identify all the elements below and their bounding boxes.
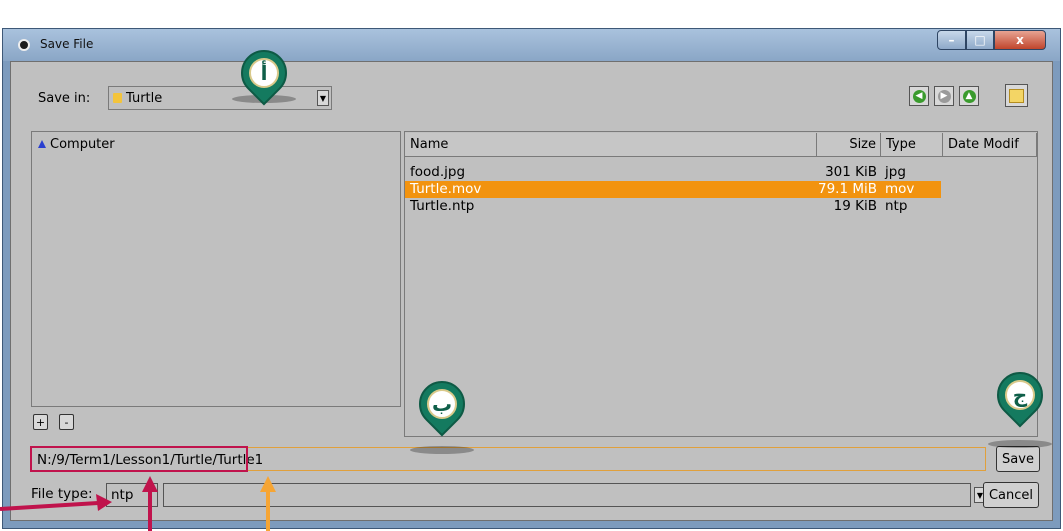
arrow-up-icon: ▲ [962, 89, 976, 103]
window-title: Save File [40, 37, 94, 51]
marker-b-label: ب [427, 389, 457, 419]
file-row-selected[interactable]: Turtle.mov 79.1 MiB mov [405, 181, 941, 198]
arrow-name-head [260, 476, 276, 492]
arrow-path-head [142, 476, 158, 492]
minimize-button[interactable]: – [937, 30, 966, 50]
cancel-button[interactable]: Cancel [983, 482, 1039, 508]
file-name: Turtle.ntp [410, 198, 475, 214]
annotation-arrows [0, 476, 276, 531]
path-highlight-box [30, 446, 248, 472]
arrow-filetype-line [0, 501, 99, 511]
close-button[interactable]: x [994, 30, 1046, 50]
computer-icon [38, 140, 46, 148]
file-size: 79.1 MiB [817, 181, 877, 197]
chevron-down-icon[interactable]: ▼ [317, 90, 329, 106]
column-header-date[interactable]: Date Modif [943, 133, 1037, 157]
add-place-button[interactable]: + [33, 414, 48, 430]
places-panel: Computer [31, 131, 401, 407]
file-list[interactable]: Name Size Type Date Modif food.jpg 301 K… [404, 131, 1038, 437]
file-type: jpg [885, 164, 906, 180]
back-button[interactable]: ◀ [909, 86, 929, 106]
arrow-left-icon: ◀ [912, 89, 926, 103]
save-button[interactable]: Save [996, 446, 1040, 472]
file-name: food.jpg [410, 164, 466, 180]
arrow-right-icon: ▶ [937, 89, 951, 103]
file-name: Turtle.mov [410, 181, 482, 197]
file-type: ntp [885, 198, 908, 214]
title-bar[interactable]: Save File – □ x [2, 28, 1061, 61]
column-header-size[interactable]: Size [817, 133, 881, 157]
app-icon [18, 39, 30, 51]
marker-shadow [988, 440, 1052, 448]
sidebar-item-label: Computer [50, 137, 115, 152]
save-in-value: Turtle [126, 91, 163, 106]
up-folder-button[interactable]: ▲ [959, 86, 979, 106]
marker-shadow [410, 446, 474, 454]
sidebar-item-computer[interactable]: Computer [38, 137, 115, 152]
file-row[interactable]: Turtle.ntp 19 KiB ntp [405, 198, 941, 215]
new-folder-icon [1009, 88, 1024, 103]
marker-a-label: أ [249, 58, 279, 88]
file-type: mov [885, 181, 915, 197]
folder-icon [113, 93, 122, 103]
forward-button[interactable]: ▶ [934, 86, 954, 106]
maximize-button[interactable]: □ [966, 30, 994, 50]
remove-place-button[interactable]: - [59, 414, 74, 430]
column-header-name[interactable]: Name [405, 133, 817, 157]
arrow-filetype-head [96, 494, 112, 511]
save-in-label: Save in: [38, 91, 91, 106]
file-size: 19 KiB [833, 198, 877, 214]
marker-c-label: ج [1005, 380, 1035, 410]
column-header-type[interactable]: Type [881, 133, 943, 157]
file-size: 301 KiB [825, 164, 877, 180]
file-row[interactable]: food.jpg 301 KiB jpg [405, 164, 941, 181]
save-in-dropdown[interactable]: Turtle ▼ [108, 86, 332, 110]
new-folder-button[interactable] [1005, 84, 1028, 107]
